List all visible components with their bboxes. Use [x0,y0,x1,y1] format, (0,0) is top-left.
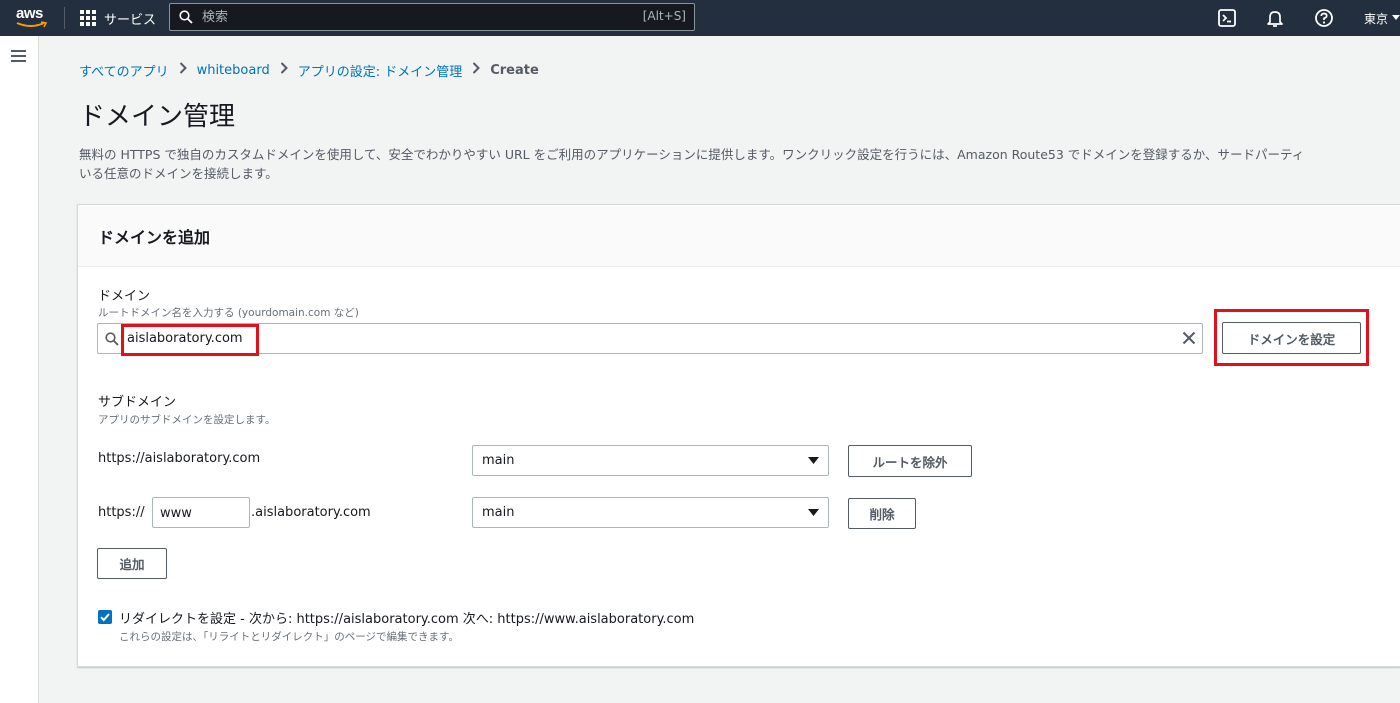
region-selector[interactable]: 東京 [1364,0,1400,36]
help-icon[interactable] [1314,8,1334,28]
global-search-input[interactable] [202,7,602,27]
subdomain-input-box[interactable] [152,497,250,528]
branch-select-root[interactable]: main [472,445,829,476]
branch-select-value: main [482,453,515,468]
panel-title: ドメインを追加 [98,228,211,247]
services-label: サービス [104,12,157,28]
domain-label: ドメイン [98,289,151,304]
aws-logo-text: aws [16,5,43,22]
side-navigation-rail [0,36,39,703]
caret-down-icon [1392,15,1400,20]
subdomain-label: サブドメイン [98,395,177,410]
search-icon [179,10,193,24]
chevron-right-icon [280,62,288,78]
breadcrumb-current: Create [490,62,539,78]
nav-divider [64,7,65,29]
breadcrumb-all-apps[interactable]: すべてのアプリ [79,61,169,80]
domain-hint: ルートドメイン名を入力する (yourdomain.com など) [98,307,359,319]
page-title: ドメイン管理 [79,102,236,132]
grid-menu-icon [80,9,97,27]
subdomain-input[interactable] [160,503,244,523]
delete-subdomain-button[interactable]: 削除 [848,498,916,529]
services-menu-button[interactable]: サービス [80,0,156,36]
caret-down-icon [808,457,819,464]
page-description-line-1: 無料の HTTPS で独自のカスタムドメインを使用して、安全でわかりやすい UR… [79,147,1305,162]
page-description-line-2: いる任意のドメインを接続します。 [79,166,278,181]
panel-header: ドメインを追加 [78,205,1400,267]
top-navigation: aws サービス [Alt+S] 東京 [0,0,1400,36]
global-search-box[interactable]: [Alt+S] [169,3,695,31]
breadcrumb: すべてのアプリ whiteboard アプリの設定: ドメイン管理 Create [79,60,539,80]
exclude-root-button[interactable]: ルートを除外 [848,445,972,477]
domain-input-box[interactable] [97,323,1203,354]
notifications-bell-icon[interactable] [1265,8,1285,28]
clear-icon[interactable] [1182,331,1196,345]
configure-domain-button[interactable]: ドメインを設定 [1222,322,1361,354]
chevron-right-icon [472,62,481,78]
domain-input[interactable] [127,328,1127,349]
page-description: 無料の HTTPS で独自のカスタムドメインを使用して、安全でわかりやすい UR… [79,145,1400,183]
breadcrumb-app[interactable]: whiteboard [197,63,270,78]
branch-select-value: main [482,505,515,520]
redirect-label[interactable]: リダイレクトを設定 - 次から: https://aislaboratory.c… [119,608,694,627]
subdomain-scheme: https:// [98,505,145,520]
subdomain-suffix: .aislaboratory.com [251,505,371,520]
redirect-checkbox[interactable] [98,610,112,624]
chevron-right-icon [179,62,187,78]
menu-hamburger-icon[interactable] [11,50,26,62]
search-shortcut-hint: [Alt+S] [642,9,686,23]
add-domain-panel: ドメインを追加 ドメイン ルートドメイン名を入力する (yourdomain.c… [77,204,1400,667]
branch-select-www[interactable]: main [472,497,829,528]
search-icon [105,332,119,346]
subdomain-hint: アプリのサブドメインを設定します。 [98,414,276,426]
redirect-hint: これらの設定は、「リライトとリダイレクト」のページで編集できます。 [119,631,459,643]
checkmark-icon [100,613,110,622]
region-label: 東京 [1364,11,1389,26]
caret-down-icon [808,509,819,516]
aws-logo[interactable]: aws [16,4,50,32]
aws-smile-icon [16,21,48,28]
breadcrumb-domain-management[interactable]: アプリの設定: ドメイン管理 [298,61,463,80]
cloudshell-icon[interactable] [1217,8,1237,28]
root-domain-url: https://aislaboratory.com [98,451,261,466]
add-subdomain-button[interactable]: 追加 [97,548,167,579]
